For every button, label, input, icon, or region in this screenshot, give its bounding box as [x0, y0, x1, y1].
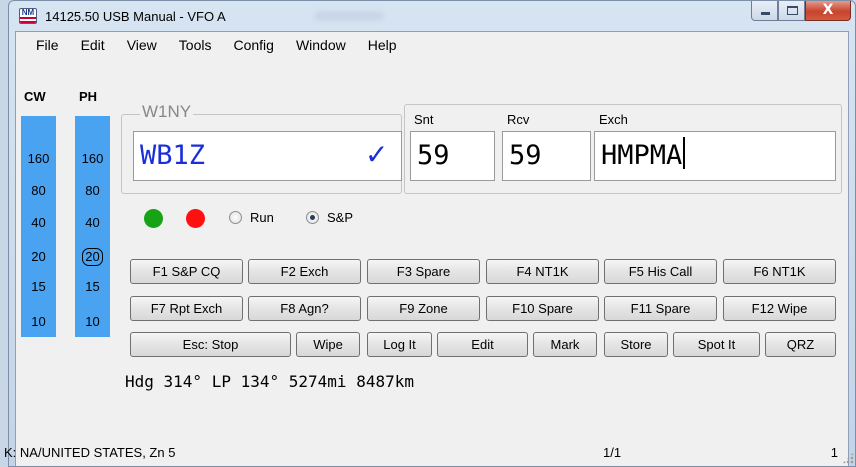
run-label: Run: [250, 210, 274, 225]
maximize-icon: [787, 6, 798, 15]
menu-config[interactable]: Config: [221, 32, 283, 58]
menu-edit[interactable]: Edit: [69, 32, 115, 58]
f6-button[interactable]: F6 NT1K: [723, 259, 836, 284]
cw-band-15[interactable]: 15: [21, 279, 56, 294]
minimize-button[interactable]: [751, 1, 778, 21]
cw-band-40[interactable]: 40: [21, 215, 56, 230]
cw-band-column: 160 80 40 20 15 10: [21, 116, 56, 337]
f1-button[interactable]: F1 S&P CQ: [130, 259, 243, 284]
window-controls: X: [751, 1, 851, 23]
exchange-field[interactable]: HMPMA: [594, 131, 836, 181]
f4-button[interactable]: F4 NT1K: [486, 259, 599, 284]
client-area: File Edit View Tools Config Window Help: [15, 31, 849, 466]
run-radio[interactable]: [229, 211, 242, 224]
snt-field[interactable]: 59: [410, 131, 495, 181]
edit-button[interactable]: Edit: [437, 332, 528, 357]
f8-button[interactable]: F8 Agn?: [248, 296, 361, 321]
close-icon: X: [822, 2, 834, 18]
f3-button[interactable]: F3 Spare: [367, 259, 480, 284]
status-page: 1/1: [603, 445, 622, 460]
app-icon[interactable]: NM: [19, 8, 37, 24]
esc-stop-button[interactable]: Esc: Stop: [130, 332, 291, 357]
cw-band-160[interactable]: 160: [21, 151, 56, 166]
station-callsign-label: W1NY: [140, 102, 194, 122]
f11-button[interactable]: F11 Spare: [604, 296, 717, 321]
ph-band-column: 160 80 40 20 15 10: [75, 116, 110, 337]
sp-label: S&P: [327, 210, 354, 225]
f12-button[interactable]: F12 Wipe: [723, 296, 836, 321]
maximize-button[interactable]: [778, 1, 805, 21]
callsign-field[interactable]: WB1Z: [133, 131, 402, 181]
minimize-icon: [761, 12, 770, 15]
spot-it-button[interactable]: Spot It: [673, 332, 760, 357]
rcv-label: Rcv: [507, 112, 530, 127]
cw-band-10[interactable]: 10: [21, 314, 56, 329]
menu-file[interactable]: File: [24, 32, 69, 58]
flag-icon: [20, 17, 36, 23]
status-bar: K: NA/UNITED STATES, Zn 5 1/1 1: [0, 437, 856, 467]
status-location: K: NA/UNITED STATES, Zn 5: [4, 445, 176, 460]
close-button[interactable]: X: [805, 1, 851, 21]
sp-radio[interactable]: [306, 211, 319, 224]
menu-bar: File Edit View Tools Config Window Help: [16, 32, 848, 58]
ph-band-160[interactable]: 160: [75, 151, 110, 166]
menu-help[interactable]: Help: [356, 32, 407, 58]
check-icon: ✓: [365, 139, 389, 170]
resize-grip-icon[interactable]: [842, 452, 854, 464]
rcv-field[interactable]: 59: [502, 131, 591, 181]
ph-band-15[interactable]: 15: [75, 279, 110, 294]
log-it-button[interactable]: Log It: [367, 332, 432, 357]
selected-band-marker: 20: [82, 248, 103, 266]
exchange-value: HMPMA: [601, 140, 683, 171]
wipe-button[interactable]: Wipe: [296, 332, 360, 357]
menu-window[interactable]: Window: [284, 32, 356, 58]
menu-view[interactable]: View: [115, 32, 167, 58]
f7-button[interactable]: F7 Rpt Exch: [130, 296, 243, 321]
title-bar[interactable]: NM 14125.50 USB Manual - VFO A X: [9, 1, 855, 31]
red-status-indicator: [186, 209, 205, 228]
text-cursor: [683, 137, 686, 169]
redacted-title-segment: [314, 11, 384, 21]
sp-radio-option[interactable]: S&P: [306, 210, 353, 225]
window-title: 14125.50 USB Manual - VFO A: [45, 9, 226, 24]
main-window: NM 14125.50 USB Manual - VFO A X File Ed…: [8, 0, 856, 467]
f9-button[interactable]: F9 Zone: [367, 296, 480, 321]
menu-tools[interactable]: Tools: [167, 32, 222, 58]
ph-band-10[interactable]: 10: [75, 314, 110, 329]
green-status-indicator: [144, 209, 163, 228]
f2-button[interactable]: F2 Exch: [248, 259, 361, 284]
heading-distance-info: Hdg 314° LP 134° 5274mi 8487km: [125, 372, 414, 391]
cw-band-20[interactable]: 20: [21, 249, 56, 264]
ph-band-20-selected[interactable]: 20: [75, 248, 110, 266]
run-radio-option[interactable]: Run: [229, 210, 274, 225]
mark-button[interactable]: Mark: [533, 332, 597, 357]
app-icon-text: NM: [21, 8, 35, 17]
qrz-button[interactable]: QRZ: [765, 332, 836, 357]
exch-label: Exch: [599, 112, 628, 127]
cw-band-80[interactable]: 80: [21, 183, 56, 198]
f5-button[interactable]: F5 His Call: [604, 259, 717, 284]
f10-button[interactable]: F10 Spare: [486, 296, 599, 321]
store-button[interactable]: Store: [604, 332, 668, 357]
ph-band-40[interactable]: 40: [75, 215, 110, 230]
status-count: 1: [830, 445, 838, 460]
ph-band-80[interactable]: 80: [75, 183, 110, 198]
cw-header: CW: [24, 89, 46, 104]
ph-header: PH: [79, 89, 98, 104]
snt-label: Snt: [414, 112, 434, 127]
